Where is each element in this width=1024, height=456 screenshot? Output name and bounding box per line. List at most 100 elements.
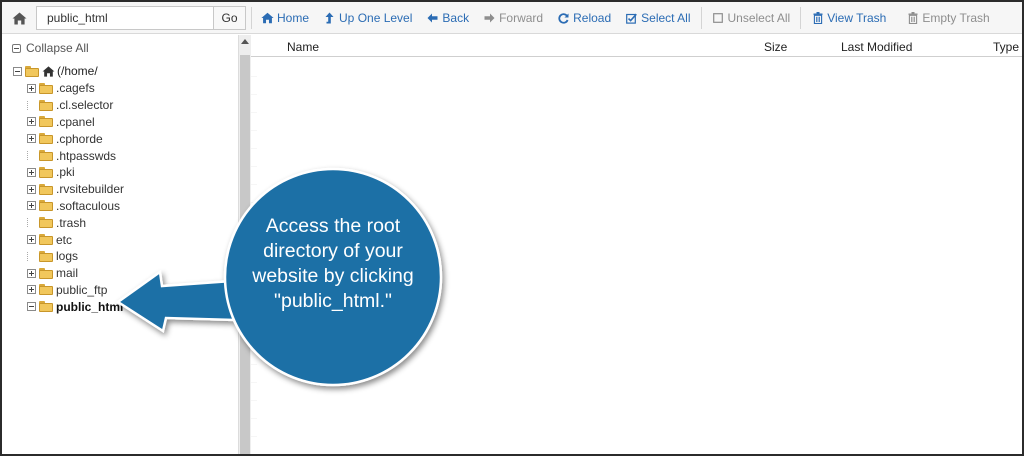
- tree-toggle-plus-icon[interactable]: [27, 201, 36, 211]
- tree-item-label: .pki: [56, 165, 75, 180]
- tree-item[interactable]: .htpasswds: [27, 147, 124, 164]
- tree-toggle-plus-icon[interactable]: [27, 167, 36, 177]
- folder-open-icon: [39, 301, 53, 313]
- select-all-button[interactable]: Select All: [625, 11, 691, 25]
- tree-root-item[interactable]: (/home/: [13, 64, 98, 78]
- tree-item-label: .cl.selector: [56, 98, 114, 113]
- tree-connector: [27, 251, 36, 261]
- folder-icon: [39, 234, 53, 246]
- forward-button-label: Forward: [499, 11, 544, 25]
- tree-toggle-plus-icon[interactable]: [27, 83, 36, 93]
- callout-line: website by clicking: [252, 265, 414, 287]
- view-trash-button[interactable]: View Trash: [811, 11, 886, 25]
- empty-trash-label: Empty Trash: [922, 11, 990, 25]
- tree-toggle-plus-icon[interactable]: [27, 117, 36, 127]
- tree-toggle-plus-icon[interactable]: [27, 268, 36, 278]
- home-icon: [42, 65, 55, 77]
- reload-icon: [557, 12, 570, 25]
- unselect-all-label: Unselect All: [727, 11, 791, 25]
- home-path-button[interactable]: [4, 5, 34, 31]
- select-all-label: Select All: [641, 11, 691, 25]
- tree-item[interactable]: .cpanel: [27, 114, 124, 131]
- tree-item-label: public_ftp: [56, 282, 108, 297]
- checkbox-empty-icon: [712, 12, 725, 25]
- folder-icon: [39, 116, 53, 128]
- tree-item-label: .htpasswds: [56, 148, 117, 163]
- toolbar-divider: [251, 7, 252, 29]
- tree-item-label: logs: [56, 249, 79, 264]
- tree-item-label: public_html: [56, 299, 124, 314]
- tree-item-label: mail: [56, 266, 79, 281]
- trash-icon: [811, 12, 824, 25]
- tree-item-label: .cagefs: [56, 81, 95, 96]
- tree-item-label: .softaculous: [56, 198, 121, 213]
- toolbar: Go Home Up One Level Back: [2, 2, 1022, 34]
- toolbar-actions: Home Up One Level Back Forward Reload Se…: [261, 2, 990, 34]
- tree-children: .cagefs .cl.selector .cpanel .cphorde .h: [27, 80, 124, 315]
- home-button[interactable]: Home: [261, 11, 309, 25]
- tree-connector: [27, 100, 36, 110]
- callout-line: "public_html.": [274, 290, 392, 312]
- tree-item[interactable]: mail: [27, 265, 124, 282]
- tree-toggle-plus-icon[interactable]: [27, 134, 36, 144]
- home-button-label: Home: [277, 11, 310, 25]
- back-button[interactable]: Back: [426, 11, 469, 25]
- folder-icon: [39, 250, 53, 262]
- column-header-size[interactable]: Size: [764, 40, 787, 54]
- tree-toggle-plus-icon[interactable]: [27, 235, 36, 245]
- tree-item[interactable]: .cl.selector: [27, 97, 124, 114]
- toolbar-divider: [700, 7, 702, 29]
- tree-item[interactable]: .cagefs: [27, 80, 124, 97]
- tree-root-label: (/home/: [57, 64, 98, 78]
- tree-toggle-plus-icon[interactable]: [27, 184, 36, 194]
- tree-item[interactable]: .rvsitebuilder: [27, 181, 124, 198]
- folder-icon: [39, 183, 53, 195]
- tree-toggle-plus-icon[interactable]: [27, 285, 36, 295]
- view-trash-label: View Trash: [827, 11, 887, 25]
- tree-item[interactable]: public_ftp: [27, 282, 124, 299]
- up-one-level-button[interactable]: Up One Level: [323, 11, 412, 25]
- tree-item[interactable]: etc: [27, 231, 124, 248]
- home-icon: [261, 12, 274, 25]
- scroll-up-arrow-icon[interactable]: [241, 39, 249, 44]
- level-up-icon: [323, 12, 336, 25]
- tree-toggle-minus-icon[interactable]: [13, 66, 22, 76]
- unselect-all-button[interactable]: Unselect All: [712, 11, 791, 25]
- reload-button-label: Reload: [573, 11, 612, 25]
- column-header-type[interactable]: Type: [993, 40, 1019, 54]
- tree-item-label: .cpanel: [56, 114, 95, 129]
- empty-trash-button[interactable]: Empty Trash: [906, 11, 990, 25]
- tree-item-label: .cphorde: [56, 131, 103, 146]
- tree-item[interactable]: .softaculous: [27, 198, 124, 215]
- tree-toggle-minus-icon[interactable]: [27, 302, 36, 312]
- toolbar-divider: [800, 7, 802, 29]
- reload-button[interactable]: Reload: [557, 11, 611, 25]
- arrow-left-icon: [426, 12, 439, 25]
- callout-text: Access the root directory of your websit…: [230, 214, 436, 314]
- folder-icon: [39, 284, 53, 296]
- tree-item[interactable]: logs: [27, 248, 124, 265]
- tree-item[interactable]: .cphorde: [27, 130, 124, 147]
- home-icon: [12, 12, 26, 24]
- collapse-all-button[interactable]: Collapse All: [12, 41, 89, 55]
- tree-item[interactable]: .trash: [27, 214, 124, 231]
- trash-icon: [906, 12, 919, 25]
- path-input[interactable]: [36, 6, 214, 30]
- column-header-name[interactable]: Name: [287, 40, 319, 54]
- file-manager-window: Go Home Up One Level Back: [0, 0, 1024, 456]
- tree-item-label: etc: [56, 232, 73, 247]
- column-header-last-modified[interactable]: Last Modified: [841, 40, 912, 54]
- go-button[interactable]: Go: [213, 6, 246, 30]
- folder-icon: [39, 200, 53, 212]
- tree-connector: [27, 151, 36, 161]
- collapse-icon: [12, 43, 21, 53]
- file-list-header: Name Size Last Modified Type: [251, 35, 1022, 57]
- tree-item-public-html[interactable]: public_html: [27, 298, 124, 315]
- tree-item[interactable]: .pki: [27, 164, 124, 181]
- callout-line: directory of your: [263, 240, 403, 262]
- folder-icon: [39, 217, 53, 229]
- arrow-right-icon: [483, 12, 496, 25]
- folder-icon: [39, 133, 53, 145]
- folder-open-icon: [25, 65, 39, 77]
- forward-button[interactable]: Forward: [483, 11, 543, 25]
